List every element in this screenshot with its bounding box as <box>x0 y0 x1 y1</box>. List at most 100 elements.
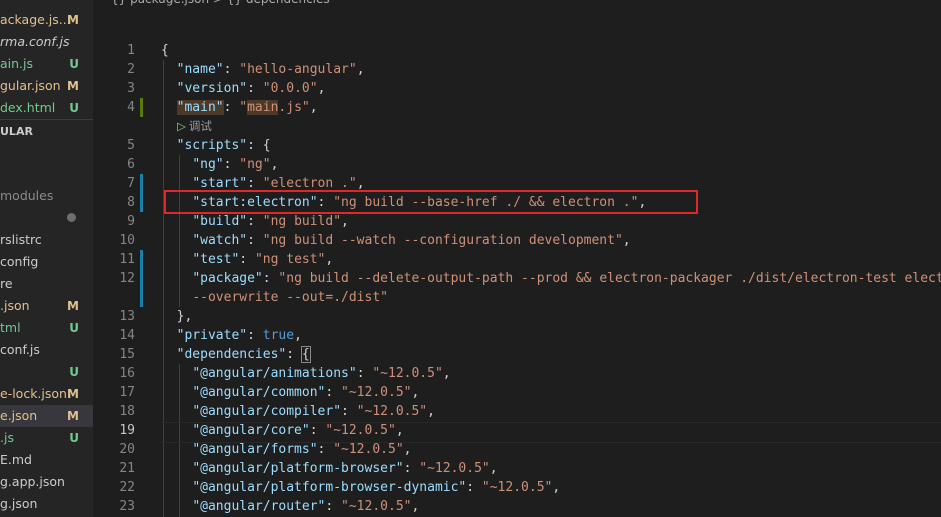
json-value: "ng build --delete-output-path --prod &&… <box>278 271 941 286</box>
json-value: "~12.0.5" <box>341 385 412 400</box>
code-line: "dependencies": { <box>176 346 311 363</box>
json-key: "start" <box>192 176 248 191</box>
line-number: 10 <box>119 233 135 248</box>
file-item[interactable]: rslistrc <box>0 229 93 251</box>
file-item[interactable]: e-lock.json M <box>0 383 93 405</box>
line-number: 17 <box>119 385 135 400</box>
file-name: e-lock.json <box>0 386 67 401</box>
file-name: E.md <box>0 452 32 467</box>
file-item[interactable]: g.app.json <box>0 471 93 493</box>
line-number: 1 <box>127 43 135 58</box>
json-key: "version" <box>176 81 248 96</box>
line-number: 15 <box>119 347 135 362</box>
code-line: "@angular/core": "~12.0.5", <box>192 423 404 438</box>
file-name: dex.html <box>0 100 56 115</box>
matched-bracket: { <box>300 346 311 363</box>
file-item[interactable]: conf.js <box>0 339 93 361</box>
git-status: M <box>67 387 79 401</box>
folder-item[interactable]: modules <box>0 185 93 207</box>
file-name: .json <box>0 298 30 313</box>
json-value: "ng build --watch --configuration develo… <box>262 233 623 248</box>
git-modified-bar <box>140 98 143 117</box>
json-value-rest: .js" <box>278 100 310 115</box>
json-value: "~12.0.5" <box>481 480 553 495</box>
json-key: "@angular/router" <box>192 499 326 514</box>
file-name: .js <box>0 430 14 445</box>
line-number: 20 <box>119 442 135 457</box>
file-item[interactable]: rma.conf.js <box>0 31 93 53</box>
folder-name: modules <box>0 188 54 203</box>
file-item-selected[interactable]: e.json M <box>0 405 93 427</box>
file-item[interactable]: g.json <box>0 493 93 515</box>
codelens-debug[interactable]: ▷ 调试 <box>177 117 212 136</box>
json-value-quote: " <box>239 100 248 115</box>
file-name: re <box>0 276 13 291</box>
json-value: --overwrite --out=./dist" <box>192 290 388 305</box>
json-key: "watch" <box>192 233 248 248</box>
file-item[interactable]: U <box>0 361 93 383</box>
json-key: "scripts" <box>176 138 248 153</box>
play-icon: ▷ <box>177 119 186 133</box>
file-item[interactable]: ackage.js... M <box>0 9 93 31</box>
file-item[interactable]: dex.html U <box>0 97 93 119</box>
highlight-annotation-box <box>164 190 698 214</box>
project-section-header[interactable]: ULAR <box>0 119 93 144</box>
token: }, <box>176 309 193 324</box>
json-value: "~12.0.5" <box>341 499 412 514</box>
file-item[interactable]: tml U <box>0 317 93 339</box>
json-key: "@angular/animations" <box>192 366 357 381</box>
code-line: "@angular/platform-browser-dynamic": "~1… <box>192 480 561 495</box>
file-name: conf.js <box>0 342 40 357</box>
json-key: "@angular/common" <box>192 385 326 400</box>
code-line: { <box>161 41 169 60</box>
json-key: "main" <box>176 100 224 115</box>
line-number: 4 <box>127 100 135 115</box>
code-line: "watch": "ng build --watch --configurati… <box>192 233 631 248</box>
git-status: M <box>67 409 79 423</box>
file-name: ackage.js... <box>0 12 71 27</box>
code-line: "test": "ng test", <box>192 252 334 267</box>
file-item[interactable]: .json M <box>0 295 93 317</box>
explorer-sidebar: ackage.js... M rma.conf.js ain.js U gula… <box>0 0 93 517</box>
json-key: "dependencies" <box>176 347 287 362</box>
code-line: "name": "hello-angular", <box>176 62 365 77</box>
code-line: }, <box>161 307 193 326</box>
line-number: 3 <box>127 81 135 96</box>
code-line: "main": "main.js", <box>176 100 318 115</box>
git-modified-bar <box>140 250 143 307</box>
file-item[interactable]: re <box>0 273 93 295</box>
line-number: 5 <box>127 138 135 153</box>
json-key: "ng" <box>192 157 224 172</box>
file-item[interactable]: .js U <box>0 427 93 449</box>
file-name: rslistrc <box>0 232 42 247</box>
section-title: ULAR <box>0 125 33 138</box>
file-item[interactable]: config <box>0 251 93 273</box>
line-number: 13 <box>119 309 135 324</box>
line-number: 9 <box>127 214 135 229</box>
file-item[interactable]: ain.js U <box>0 53 93 75</box>
code-line: "build": "ng build", <box>192 214 349 229</box>
json-key: "name" <box>176 62 224 77</box>
code-line: "version": "0.0.0", <box>176 81 326 96</box>
file-name: e.json <box>0 408 38 423</box>
json-value: "~12.0.5" <box>325 423 396 438</box>
code-line: "private": true, <box>176 328 302 343</box>
file-item[interactable]: E.md <box>0 449 93 471</box>
line-number-active: 19 <box>119 423 135 438</box>
json-value: "~12.0.5" <box>419 461 490 476</box>
code-line: "@angular/compiler": "~12.0.5", <box>192 404 435 419</box>
code-editor[interactable]: {} package.json > {} dependencies 1 2 3 … <box>93 0 941 517</box>
code-line: "@angular/router": "~12.0.5", <box>192 499 420 514</box>
json-key: "@angular/compiler" <box>192 404 342 419</box>
json-boolean: true <box>262 328 295 343</box>
breadcrumb[interactable]: {} package.json > {} dependencies <box>111 0 330 8</box>
token: { <box>262 138 271 153</box>
git-status: U <box>69 321 79 335</box>
file-name: g.app.json <box>0 474 65 489</box>
code-line: "package": "ng build --delete-output-pat… <box>161 269 941 288</box>
file-item[interactable]: gular.json M <box>0 75 93 97</box>
json-value: "0.0.0" <box>262 81 318 96</box>
json-value: "ng build" <box>262 214 342 229</box>
line-number: 18 <box>119 404 135 419</box>
json-key: "test" <box>192 252 240 267</box>
